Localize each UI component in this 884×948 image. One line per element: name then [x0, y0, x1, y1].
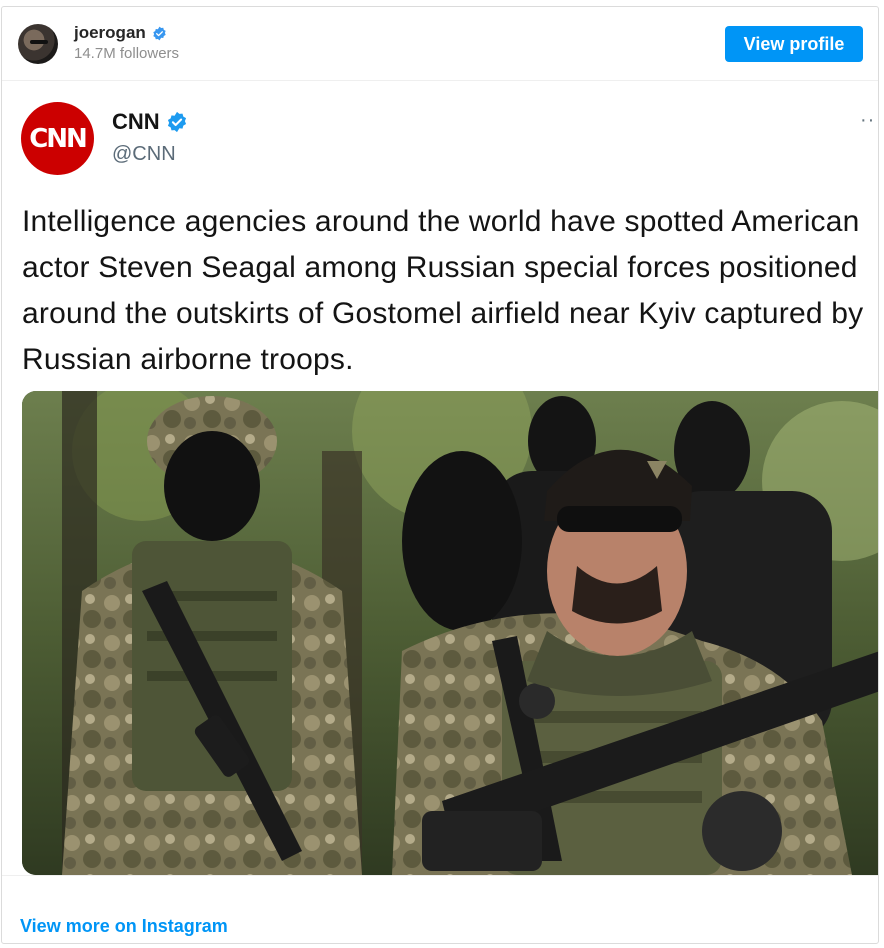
instagram-embed-card: joerogan 14.7M followers View profile CN…: [1, 6, 879, 944]
tweet-name-row: CNN: [112, 109, 188, 135]
embed-header: joerogan 14.7M followers View profile: [2, 7, 878, 81]
embedded-post-image[interactable]: CNN CNN @CNN ·· Intelligence agencies ar…: [2, 81, 878, 875]
view-more-link[interactable]: View more on Instagram: [20, 916, 228, 937]
followers-count: 14.7M followers: [74, 45, 180, 62]
verified-badge-icon: [153, 26, 166, 40]
username[interactable]: joerogan: [74, 23, 146, 43]
tweet-text: Intelligence agencies around the world h…: [22, 205, 864, 376]
username-row: joerogan: [74, 23, 167, 43]
tweet-photo: [22, 391, 878, 875]
embed-footer: View more on Instagram: [2, 875, 878, 943]
tweet-author-name: CNN: [112, 109, 160, 134]
verified-badge-icon: [167, 111, 186, 133]
more-options-icon: ··: [860, 109, 876, 131]
cnn-logo-text: CNN: [29, 123, 88, 154]
cnn-logo: CNN: [21, 102, 94, 175]
view-profile-button[interactable]: View profile: [725, 26, 863, 62]
tweet-author-handle: @CNN: [112, 143, 176, 165]
avatar[interactable]: [18, 24, 58, 64]
soldiers-photo: [22, 391, 878, 875]
